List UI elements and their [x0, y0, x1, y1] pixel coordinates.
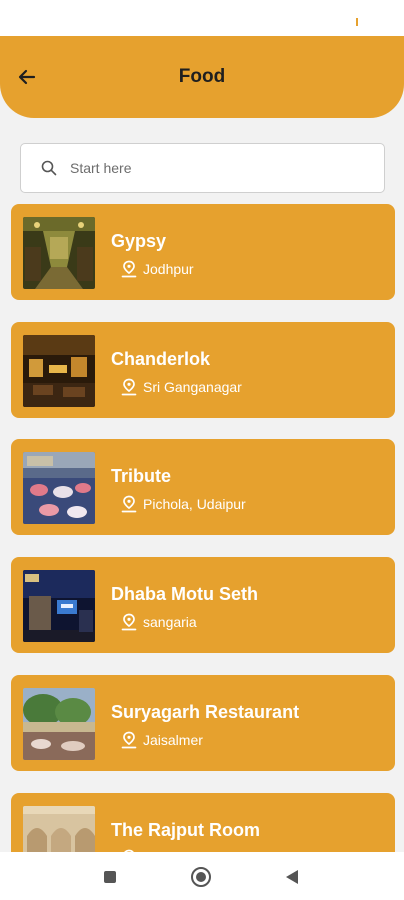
location-text: Sri Ganganagar	[143, 379, 242, 395]
restaurant-list-screen: Gypsy Jodhpur Chanderlok	[0, 118, 404, 852]
location-pin-icon	[121, 495, 137, 513]
location-text: Pichola, Udaipur	[143, 496, 246, 512]
location-text: sangaria	[143, 614, 197, 630]
restaurant-name: The Rajput Room	[111, 820, 260, 840]
restaurant-name: Gypsy	[111, 231, 167, 251]
restaurant-card[interactable]: Suryagarh Restaurant Jaisalmer	[11, 675, 395, 771]
recents-button[interactable]	[99, 866, 121, 888]
restaurant-card[interactable]: Tribute Pichola, Udaipur	[11, 439, 395, 535]
restaurant-name: Tribute	[111, 466, 172, 486]
location-pin-icon	[121, 613, 137, 631]
restaurant-card[interactable]: The Rajput Room	[11, 793, 395, 852]
search-input[interactable]	[70, 160, 350, 176]
restaurant-photo	[23, 806, 95, 852]
status-indicator	[356, 18, 358, 26]
restaurant-location: Jodhpur	[121, 259, 194, 279]
restaurant-photo	[23, 570, 95, 642]
page-title: Food	[178, 66, 226, 87]
restaurant-name: Dhaba Motu Seth	[111, 584, 258, 604]
location-pin-icon	[121, 378, 137, 396]
app-header: Food	[0, 36, 404, 118]
restaurant-photo	[23, 452, 95, 524]
restaurant-name: Suryagarh Restaurant	[111, 702, 300, 722]
location-pin-icon	[121, 731, 137, 749]
system-back-button[interactable]	[281, 866, 303, 888]
restaurant-photo	[23, 217, 95, 289]
restaurant-location: Jaisalmer	[121, 730, 203, 750]
restaurant-location: Pichola, Udaipur	[121, 494, 246, 514]
restaurant-location: Sri Ganganagar	[121, 377, 242, 397]
restaurant-card[interactable]: Gypsy Jodhpur	[11, 204, 395, 300]
home-button[interactable]	[190, 866, 212, 888]
search-box[interactable]	[20, 143, 385, 193]
restaurant-photo	[23, 688, 95, 760]
location-text: Jaisalmer	[143, 732, 203, 748]
back-triangle-icon	[286, 870, 298, 884]
restaurant-name: Chanderlok	[111, 349, 211, 369]
location-text: Jodhpur	[143, 261, 194, 277]
home-circle-icon	[191, 867, 211, 887]
status-bar	[0, 0, 404, 36]
restaurant-card[interactable]: Chanderlok Sri Ganganagar	[11, 322, 395, 418]
system-navigation-bar	[0, 852, 404, 900]
location-pin-icon	[121, 260, 137, 278]
restaurant-photo	[23, 335, 95, 407]
restaurant-card[interactable]: Dhaba Motu Seth sangaria	[11, 557, 395, 653]
search-icon	[40, 159, 58, 177]
recents-square-icon	[104, 871, 116, 883]
restaurant-location: sangaria	[121, 612, 197, 632]
